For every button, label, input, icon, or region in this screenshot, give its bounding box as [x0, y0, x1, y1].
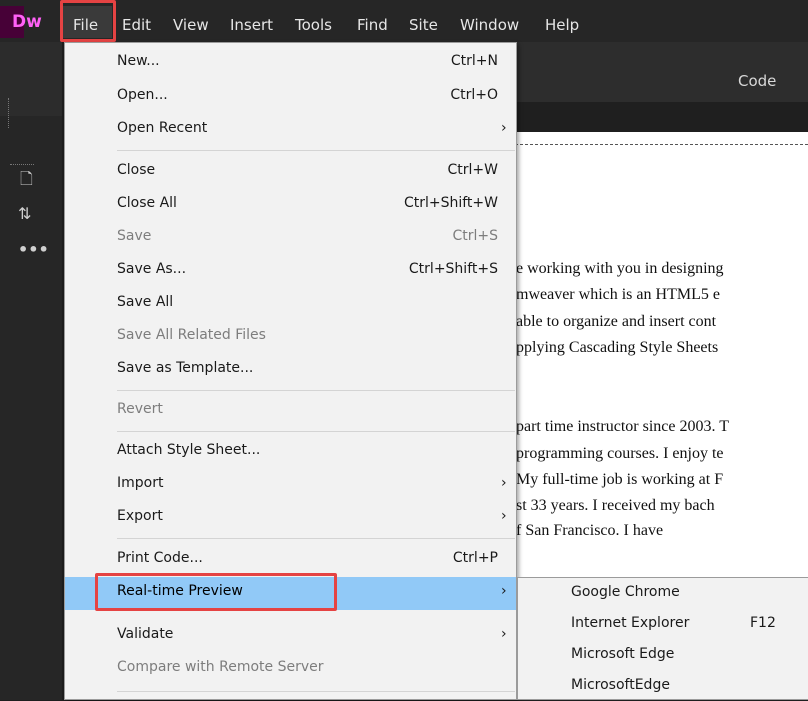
submenu-item-google-chrome[interactable]: Google Chrome — [518, 578, 808, 608]
document-text-line: My full-time job is working at F — [516, 471, 724, 488]
menu-view[interactable]: View — [173, 16, 209, 34]
more-icon[interactable]: ••• — [18, 240, 49, 259]
code-view-button[interactable]: Code — [738, 72, 776, 90]
menu-help[interactable]: Help — [545, 16, 579, 34]
menu-item-save-all[interactable]: Save All — [65, 288, 516, 321]
dashed-divider — [515, 144, 808, 145]
menu-item-revert[interactable]: Revert — [65, 395, 516, 428]
menu-item-compare-remote[interactable]: Compare with Remote Server — [65, 653, 516, 686]
menu-item-attach-style-sheet[interactable]: Attach Style Sheet... — [65, 436, 516, 469]
chevron-right-icon: › — [501, 626, 507, 642]
document-text-line: mweaver which is an HTML5 e — [516, 286, 720, 303]
submenu-item-microsoft-edge[interactable]: Microsoft Edge — [518, 640, 808, 670]
menu-item-close-all[interactable]: Close All Ctrl+Shift+W — [65, 189, 516, 222]
menu-find[interactable]: Find — [357, 16, 388, 34]
menu-edit[interactable]: Edit — [122, 16, 151, 34]
submenu-item-internet-explorer[interactable]: Internet Explorer F12 — [518, 609, 808, 639]
menu-item-save[interactable]: Save Ctrl+S — [65, 222, 516, 255]
menu-bar: Dw File Edit View Insert Tools Find Site… — [0, 0, 808, 42]
document-text-line: st 33 years. I received my bach — [516, 497, 715, 514]
menu-item-open[interactable]: Open... Ctrl+O — [65, 81, 516, 114]
menu-item-import[interactable]: Import › — [65, 469, 516, 502]
highlight-box-real-time-preview — [95, 573, 337, 611]
document-text-line: part time instructor since 2003. T — [516, 418, 729, 435]
chevron-right-icon: › — [501, 508, 507, 524]
menu-window[interactable]: Window — [460, 16, 519, 34]
menu-item-open-recent[interactable]: Open Recent › — [65, 114, 516, 147]
menu-item-new[interactable]: New... Ctrl+N — [65, 47, 516, 80]
left-toolbar: 🗋 ⇅ ••• — [0, 42, 62, 700]
chevron-right-icon: › — [501, 583, 507, 599]
menu-item-close[interactable]: Close Ctrl+W — [65, 156, 516, 189]
highlight-box-file — [60, 0, 116, 42]
chevron-right-icon: › — [501, 475, 507, 491]
file-icon[interactable]: 🗋 — [20, 168, 33, 195]
document-tab-strip — [515, 102, 808, 132]
menu-separator — [117, 691, 515, 692]
document-text-line: f San Francisco. I have — [516, 522, 664, 539]
grip-handle-horizontal[interactable] — [10, 164, 34, 167]
menu-item-export[interactable]: Export › — [65, 502, 516, 535]
menu-item-save-as[interactable]: Save As... Ctrl+Shift+S — [65, 255, 516, 288]
document-text-line: programming courses. I enjoy te — [516, 445, 724, 462]
menu-tools[interactable]: Tools — [295, 16, 332, 34]
chevron-right-icon: › — [501, 120, 507, 136]
menu-separator — [117, 431, 515, 432]
sort-icon[interactable]: ⇅ — [18, 204, 31, 223]
document-text-line: e working with you in designing — [516, 260, 724, 277]
submenu-item-microsoftedge[interactable]: MicrosoftEdge — [518, 671, 808, 701]
menu-separator — [117, 150, 515, 151]
menu-item-validate[interactable]: Validate › — [65, 620, 516, 653]
document-text-line: pplying Cascading Style Sheets — [516, 339, 719, 356]
menu-site[interactable]: Site — [409, 16, 438, 34]
document-text-line: able to organize and insert cont — [516, 313, 717, 330]
menu-insert[interactable]: Insert — [230, 16, 273, 34]
app-logo: Dw — [0, 6, 58, 38]
menu-separator — [117, 538, 515, 539]
grip-handle[interactable] — [8, 98, 12, 128]
menu-item-save-all-related[interactable]: Save All Related Files — [65, 321, 516, 354]
real-time-preview-submenu: Google Chrome Internet Explorer F12 Micr… — [517, 577, 808, 700]
